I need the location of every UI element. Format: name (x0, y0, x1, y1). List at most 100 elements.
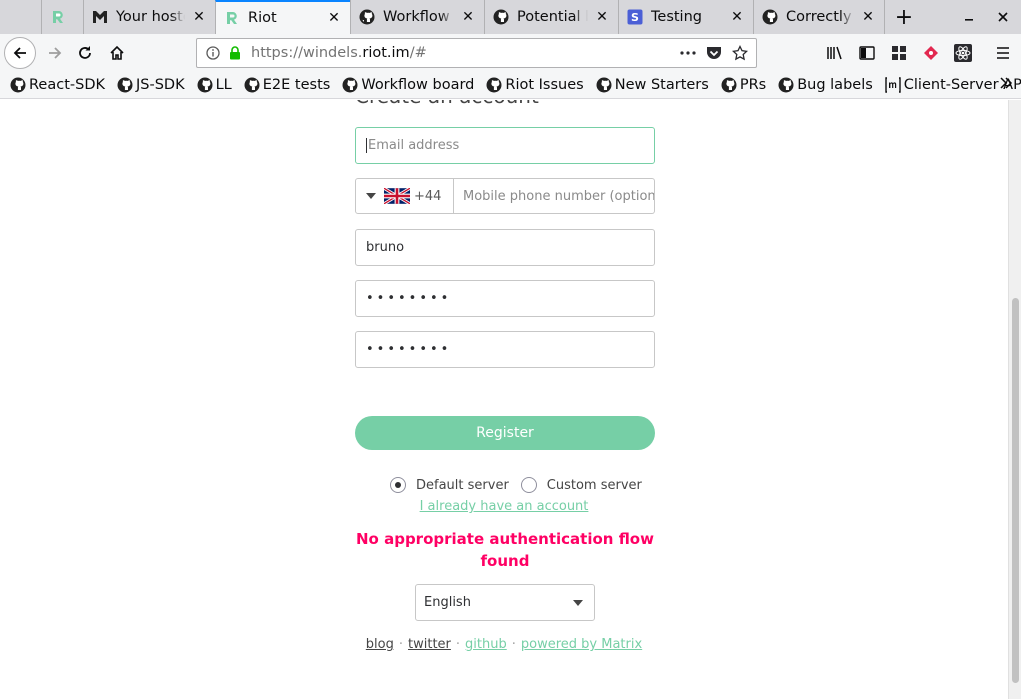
close-icon[interactable]: ✕ (326, 10, 342, 26)
email-field[interactable]: Email address (355, 127, 655, 164)
forward-arrow-icon (49, 47, 62, 59)
blog-link[interactable]: blog (366, 637, 394, 652)
register-button[interactable]: Register (355, 416, 655, 450)
default-server-radio[interactable] (390, 477, 406, 493)
url-suffix: /# (409, 45, 427, 61)
tab-title: Workflow (383, 9, 450, 25)
extension-red-icon[interactable] (916, 38, 946, 68)
language-value: English (424, 595, 471, 610)
page-content: Create an account Email address +44 Mobi… (0, 100, 1008, 699)
bookmark-item[interactable]: Workflow board (342, 77, 474, 93)
menu-icon[interactable] (988, 38, 1018, 68)
github-icon (721, 77, 737, 93)
pocket-icon[interactable] (706, 46, 722, 61)
tab-potential-bl[interactable]: Potential bl ✕ (484, 0, 618, 34)
bookmark-label: React-SDK (29, 77, 105, 93)
bookmark-item[interactable]: Riot Issues (486, 77, 584, 93)
login-link[interactable]: I already have an account (0, 499, 1008, 514)
riot-icon (224, 10, 240, 26)
custom-server-radio[interactable] (520, 477, 537, 493)
page-actions-icon[interactable] (680, 51, 696, 55)
login-link-text[interactable]: I already have an account (420, 499, 589, 514)
bookmark-label: JS-SDK (136, 77, 185, 93)
tab-riot-pinned[interactable] (41, 0, 83, 34)
info-icon[interactable] (206, 46, 220, 60)
footer-links: blog · twitter · github · powered by Matrix (0, 637, 1008, 652)
twitter-link[interactable]: twitter (408, 637, 451, 652)
github-icon (762, 9, 778, 25)
close-icon[interactable]: ✕ (460, 9, 476, 25)
riot-icon (50, 9, 66, 25)
library-icon[interactable] (820, 38, 850, 68)
close-icon[interactable]: ✕ (594, 9, 610, 25)
bookmark-star-icon[interactable] (732, 45, 748, 61)
tab-title: Testing (651, 9, 702, 25)
scrollbar-thumb[interactable] (1012, 298, 1019, 683)
close-icon[interactable]: ✕ (191, 9, 207, 25)
url-host: riot.im (362, 45, 410, 61)
bookmark-item[interactable]: JS-SDK (117, 77, 185, 93)
tab-testing[interactable]: S Testing ✕ (618, 0, 753, 34)
bookmark-label: New Starters (614, 77, 709, 93)
react-devtools-icon[interactable] (948, 38, 978, 68)
bookmark-label: Riot Issues (505, 77, 584, 93)
github-icon (10, 77, 26, 93)
country-code: +44 (414, 188, 442, 204)
bookmark-item[interactable]: Bug labels (778, 77, 873, 93)
github-icon (342, 77, 358, 93)
tab-title: Potential bl (517, 9, 588, 25)
phone-row: +44 Mobile phone number (optional) (355, 178, 655, 214)
extensions-icon[interactable] (884, 38, 914, 68)
reload-button[interactable] (70, 38, 100, 68)
github-icon (359, 9, 375, 25)
language-dropdown[interactable]: English (415, 584, 595, 621)
tab-your-hosted[interactable]: Your hosted ✕ (83, 0, 215, 34)
svg-text:S: S (631, 11, 639, 24)
default-server-label[interactable]: Default server (416, 478, 509, 493)
new-tab-button[interactable]: + (887, 0, 921, 34)
chevron-right-double-icon[interactable] (999, 75, 1013, 94)
matrix-link[interactable]: powered by Matrix (521, 637, 642, 652)
github-icon (197, 77, 213, 93)
slides-icon: S (627, 9, 643, 25)
form-heading: Create an account (355, 100, 539, 108)
github-link[interactable]: github (465, 637, 507, 652)
minimize-icon[interactable] (952, 0, 986, 34)
sidebar-icon[interactable] (852, 38, 882, 68)
tab-title: Correctly m (786, 9, 854, 25)
password-field[interactable]: •••••••• (355, 280, 655, 317)
github-icon (778, 77, 794, 93)
bookmark-label: E2E tests (262, 77, 331, 93)
tab-correctly-m[interactable]: Correctly m ✕ (753, 0, 885, 34)
email-placeholder: Email address (368, 138, 460, 153)
close-icon[interactable]: ✕ (729, 9, 745, 25)
tab-workflow[interactable]: Workflow ✕ (350, 0, 484, 34)
bookmark-label: Workflow board (361, 77, 475, 93)
forward-button[interactable] (40, 38, 70, 68)
bookmark-item[interactable]: New Starters (596, 77, 709, 93)
close-window-icon[interactable] (986, 0, 1020, 34)
url-text[interactable]: https://windels.riot.im/# (251, 45, 680, 61)
custom-server-label[interactable]: Custom server (547, 478, 642, 493)
close-icon[interactable]: ✕ (860, 9, 876, 25)
bookmark-item[interactable]: LL (197, 77, 232, 93)
username-field[interactable]: bruno (355, 229, 655, 266)
bookmark-label: Bug labels (797, 77, 873, 93)
matrix-icon (885, 77, 901, 93)
tab-title: Your hosted (116, 9, 185, 25)
url-bar[interactable]: https://windels.riot.im/# (196, 38, 757, 68)
chevron-down-icon (573, 600, 583, 606)
bookmark-item[interactable]: React-SDK (10, 77, 105, 93)
confirm-password-field[interactable]: •••••••• (355, 331, 655, 368)
uk-flag-icon (383, 186, 411, 206)
url-prefix: https://windels. (251, 45, 363, 61)
bookmark-item[interactable]: PRs (721, 77, 766, 93)
country-code-dropdown[interactable]: +44 (355, 178, 454, 214)
vertical-scrollbar[interactable] (1008, 100, 1021, 699)
home-button[interactable] (102, 38, 132, 68)
phone-number-field[interactable]: Mobile phone number (optional) (454, 178, 655, 214)
tab-riot[interactable]: Riot ✕ (215, 0, 350, 34)
back-button[interactable] (4, 37, 36, 69)
lock-icon[interactable] (229, 46, 241, 60)
bookmark-item[interactable]: E2E tests (244, 77, 331, 93)
